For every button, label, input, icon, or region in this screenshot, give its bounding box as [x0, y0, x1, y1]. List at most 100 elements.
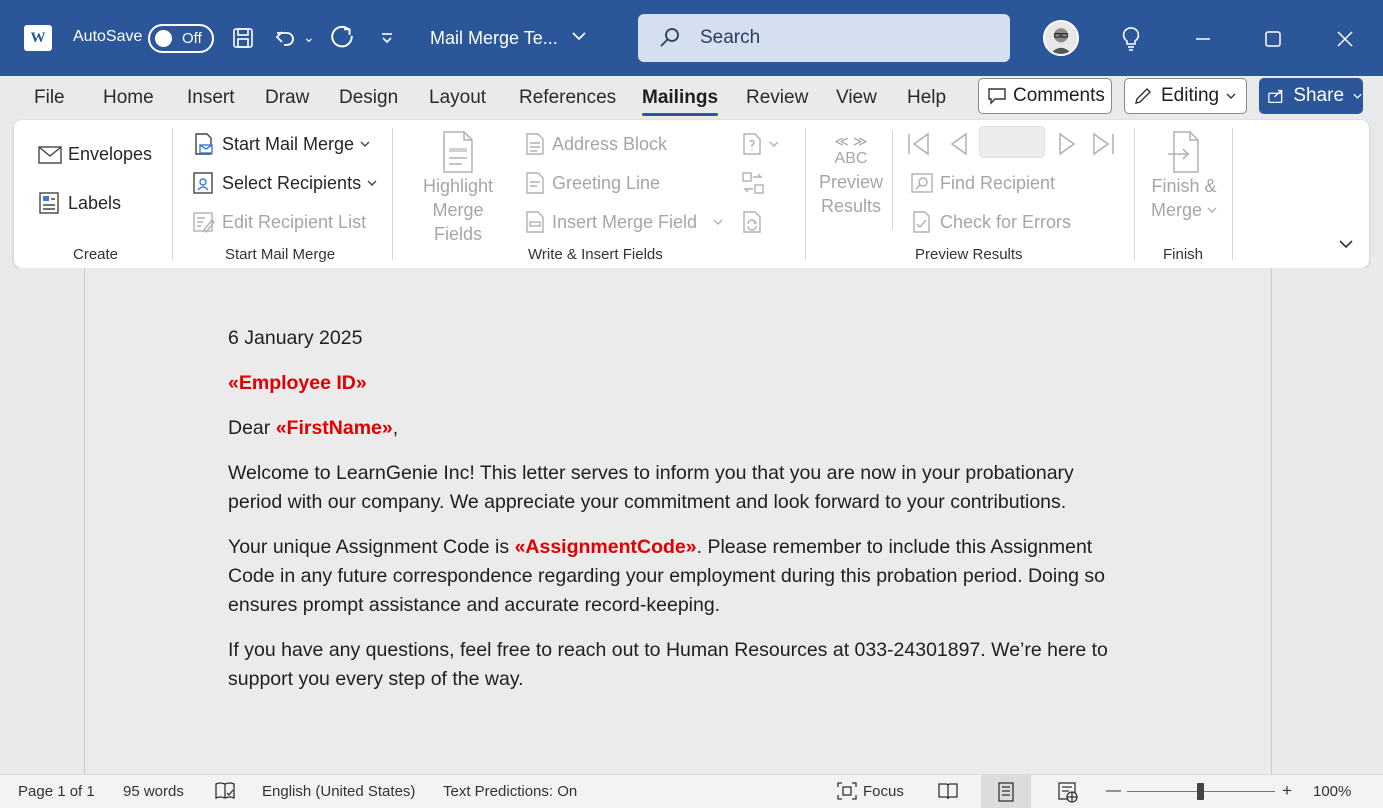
select-recipients-icon [193, 172, 213, 194]
proofing-icon[interactable] [214, 781, 236, 801]
preview-chevrons-icon: ≪ ≫ [834, 133, 868, 149]
envelope-icon [38, 145, 62, 164]
tab-review[interactable]: Review [746, 87, 808, 109]
finish-label-1: Finish & [1151, 176, 1217, 196]
word-count[interactable]: 95 words [123, 783, 184, 800]
chevron-down-icon [769, 141, 779, 147]
update-labels-button[interactable] [741, 210, 769, 234]
document-page[interactable]: 6 January 2025 «Employee ID» Dear «First… [84, 268, 1272, 774]
insert-merge-field-button[interactable]: Insert Merge Field [524, 210, 729, 234]
search-placeholder: Search [700, 27, 761, 48]
rules-button[interactable] [741, 132, 785, 156]
tab-design[interactable]: Design [339, 87, 398, 109]
preview-label-2: Results [820, 196, 882, 216]
customize-qat-icon[interactable] [372, 22, 402, 54]
first-record-button[interactable] [906, 132, 938, 156]
undo-dropdown-chevron-icon[interactable]: ⌄ [303, 29, 315, 46]
undo-icon[interactable] [270, 22, 300, 54]
tab-layout[interactable]: Layout [429, 87, 486, 109]
page-count[interactable]: Page 1 of 1 [18, 783, 95, 800]
zoom-slider-handle[interactable] [1197, 783, 1204, 800]
read-mode-icon[interactable] [937, 781, 959, 801]
search-icon [660, 28, 679, 47]
group-label-preview-results: Preview Results [915, 246, 1023, 263]
lightbulb-icon[interactable] [1111, 22, 1151, 56]
document-body[interactable]: 6 January 2025 «Employee ID» Dear «First… [228, 324, 1118, 710]
autosave-state: Off [182, 30, 202, 47]
avatar[interactable] [1043, 20, 1079, 56]
group-separator [392, 128, 393, 260]
chevron-down-icon [1339, 240, 1353, 249]
envelopes-label: Envelopes [68, 144, 153, 164]
highlight-merge-fields-button[interactable]: Highlight Merge Fields [406, 130, 510, 246]
ribbon-mailings: Envelopes Labels Create Start Mail Merge… [14, 120, 1369, 268]
first-record-icon [908, 132, 929, 156]
share-button[interactable]: Share [1259, 78, 1363, 114]
previous-record-button[interactable] [948, 132, 976, 156]
pencil-icon [1135, 88, 1151, 104]
record-number-input[interactable] [979, 126, 1045, 158]
next-record-icon [1059, 132, 1076, 156]
document-title[interactable]: Mail Merge Te... [430, 28, 558, 49]
finish-and-merge-button[interactable]: Finish & Merge [1142, 130, 1226, 222]
group-label-finish: Finish [1163, 246, 1204, 263]
last-record-button[interactable] [1090, 132, 1122, 156]
comments-button[interactable]: Comments [978, 78, 1112, 114]
start-mail-merge-button[interactable]: Start Mail Merge [192, 132, 376, 156]
title-chevron-down-icon[interactable] [570, 27, 588, 45]
check-for-errors-button[interactable]: Check for Errors [910, 210, 1071, 234]
redo-icon[interactable] [328, 22, 358, 54]
chevron-down-icon [1207, 207, 1217, 213]
close-icon[interactable] [1325, 22, 1365, 56]
toggle-knob [155, 30, 172, 47]
preview-abc-text: ABC [834, 150, 868, 167]
tab-draw[interactable]: Draw [265, 87, 309, 109]
text-predictions[interactable]: Text Predictions: On [443, 783, 577, 800]
editing-mode-button[interactable]: Editing [1124, 78, 1247, 114]
greeting-line-button[interactable]: Greeting Line [524, 171, 660, 195]
tab-mailings[interactable]: Mailings [642, 87, 719, 116]
employee-id-merge-field: «Employee ID» [228, 372, 367, 394]
collapse-ribbon-button[interactable] [1338, 238, 1360, 250]
tab-help[interactable]: Help [907, 87, 946, 109]
zoom-level[interactable]: 100% [1313, 783, 1351, 800]
print-layout-icon[interactable] [981, 775, 1031, 808]
match-fields-button[interactable] [741, 171, 771, 195]
language[interactable]: English (United States) [262, 783, 415, 800]
assignment-text-a: Your unique Assignment Code is [228, 536, 515, 558]
group-separator [172, 128, 173, 260]
find-recipient-button[interactable]: Find Recipient [910, 171, 1055, 195]
search-box[interactable]: Search [638, 14, 1010, 62]
select-recipients-button[interactable]: Select Recipients [192, 171, 383, 195]
zoom-out-button[interactable]: — [1106, 782, 1121, 799]
insert-field-icon [526, 211, 544, 233]
tab-references[interactable]: References [519, 87, 616, 109]
group-separator [1232, 128, 1233, 260]
tab-home[interactable]: Home [103, 87, 154, 109]
check-for-errors-label: Check for Errors [940, 211, 1072, 232]
address-block-icon [526, 133, 544, 155]
edit-recipient-list-button[interactable]: Edit Recipient List [192, 210, 366, 234]
maximize-icon[interactable] [1253, 22, 1293, 56]
labels-button[interactable]: Labels [38, 191, 121, 215]
tab-view[interactable]: View [836, 87, 877, 109]
minimize-icon[interactable] [1183, 22, 1223, 56]
last-record-icon [1093, 132, 1114, 156]
group-separator [892, 130, 893, 230]
save-icon[interactable] [228, 22, 258, 54]
labels-label: Labels [68, 192, 122, 213]
group-label-start-mail-merge: Start Mail Merge [225, 246, 336, 263]
paragraph-assignment: Your unique Assignment Code is «Assignme… [228, 533, 1118, 620]
tab-file[interactable]: File [34, 87, 65, 109]
address-block-button[interactable]: Address Block [524, 132, 667, 156]
next-record-button[interactable] [1056, 132, 1084, 156]
envelopes-button[interactable]: Envelopes [38, 144, 152, 165]
paragraph-contact: If you have any questions, feel free to … [228, 639, 1108, 690]
focus-button[interactable]: Focus [836, 781, 904, 801]
web-layout-icon[interactable] [1057, 781, 1079, 803]
zoom-in-button[interactable]: + [1282, 781, 1292, 801]
tab-insert[interactable]: Insert [187, 87, 235, 109]
chevron-down-icon [713, 219, 723, 225]
preview-results-button[interactable]: ≪ ≫ ABC Preview Results [814, 134, 888, 218]
autosave-toggle[interactable]: Off [148, 24, 214, 53]
